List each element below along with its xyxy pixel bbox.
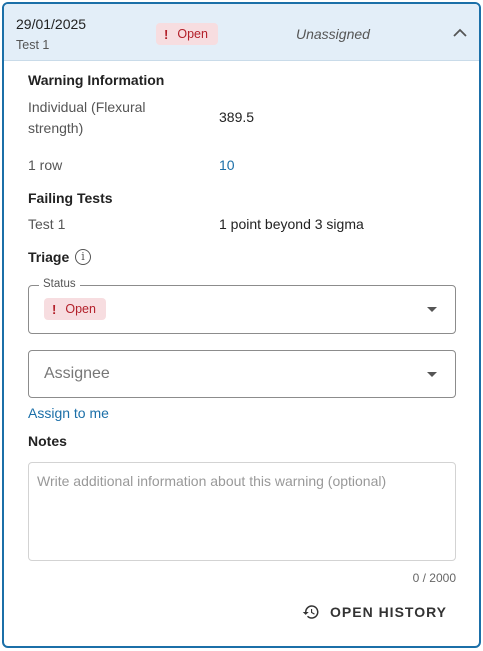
warning-card: 29/01/2025 Test 1 ! Open Unassigned Warn…: [2, 2, 481, 648]
open-history-button[interactable]: OPEN HISTORY: [292, 595, 452, 629]
dropdown-arrow-icon[interactable]: [427, 372, 437, 377]
assignee-status: Unassigned: [296, 26, 370, 42]
warning-subtitle: Test 1: [16, 38, 50, 52]
failing-test-rule: 1 point beyond 3 sigma: [219, 216, 364, 232]
status-value-badge: ! Open: [44, 298, 106, 320]
warning-date: 29/01/2025: [16, 16, 87, 32]
info-icon[interactable]: i: [75, 249, 91, 265]
assignee-select[interactable]: Assignee: [28, 350, 456, 398]
row-link[interactable]: 10: [219, 157, 235, 173]
assignee-placeholder: Assignee: [44, 365, 110, 382]
failing-test-name: Test 1: [28, 216, 66, 232]
notes-textarea[interactable]: [29, 463, 455, 560]
metric-value: 389.5: [219, 109, 255, 125]
notes-field[interactable]: [28, 462, 456, 561]
exclamation-icon: !: [52, 301, 57, 317]
card-header[interactable]: 29/01/2025 Test 1 ! Open Unassigned: [4, 4, 479, 61]
notes-counter: 0 / 2000: [412, 571, 456, 585]
assign-to-me-link[interactable]: Assign to me: [28, 403, 109, 424]
triage-title: Triage: [28, 249, 70, 265]
failing-tests-title: Failing Tests: [28, 190, 113, 206]
notes-title: Notes: [28, 433, 67, 449]
chevron-up-icon[interactable]: [452, 26, 468, 38]
status-badge-label: Open: [177, 27, 208, 41]
dropdown-arrow-icon[interactable]: [427, 307, 437, 312]
row-label: 1 row: [28, 157, 63, 173]
status-label: Status: [39, 278, 80, 290]
status-value-label: Open: [65, 302, 96, 316]
open-history-label: OPEN HISTORY: [330, 604, 448, 620]
status-select[interactable]: Status ! Open: [28, 278, 456, 334]
exclamation-icon: !: [164, 26, 169, 42]
status-badge: ! Open: [156, 23, 218, 45]
metric-label: Individual (Flexural strength): [28, 99, 146, 136]
warning-info-title: Warning Information: [28, 72, 165, 88]
history-icon: [302, 605, 319, 619]
